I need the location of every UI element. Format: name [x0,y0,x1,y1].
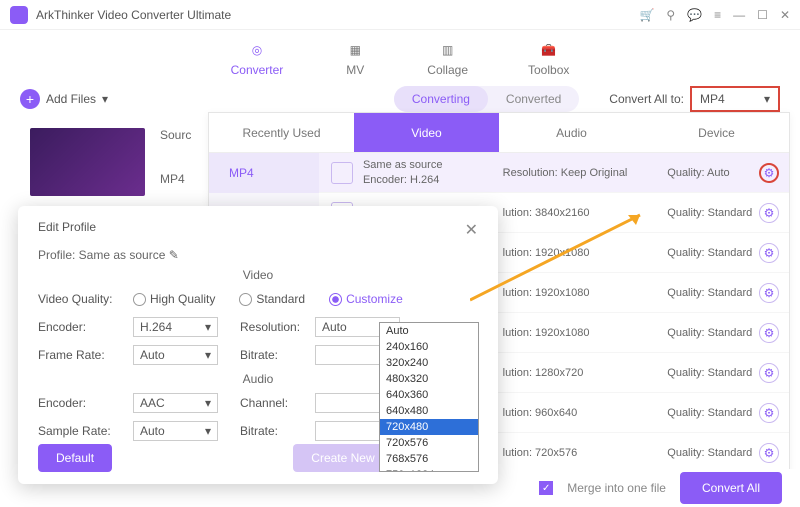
source-label: Sourc [160,128,191,142]
gear-icon[interactable]: ⚙ [759,243,779,263]
quality-label: Video Quality: [38,292,133,306]
resolution-value: lution: 1920x1080 [503,327,658,339]
resolution-value: lution: 1920x1080 [503,287,658,299]
tab-label: Converter [231,63,284,77]
gear-icon[interactable]: ⚙ [759,163,779,183]
resolution-value: lution: 1280x720 [503,367,658,379]
key-icon[interactable]: ⚲ [666,8,675,22]
resolution-dropdown[interactable]: Auto240x160320x240480x320640x360640x4807… [379,322,479,472]
dropdown-option[interactable]: 768x576 [380,451,478,467]
encoder-label: Encoder: [38,396,133,410]
framerate-select[interactable]: Auto▾ [133,345,218,365]
chevron-down-icon: ▾ [102,92,108,106]
dropdown-option[interactable]: 480x320 [380,371,478,387]
video-encoder-select[interactable]: H.264▾ [133,317,218,337]
fp-tab-video[interactable]: Video [354,113,499,152]
status-segment: Converting Converted [394,86,579,112]
fp-tab-device[interactable]: Device [644,113,789,152]
feedback-icon[interactable]: 💬 [687,8,702,22]
format-row[interactable]: Same as sourceEncoder: H.264 Resolution: … [319,153,789,193]
samplerate-label: Sample Rate: [38,424,133,438]
format-name: Same as sourceEncoder: H.264 [363,158,493,187]
fp-tab-audio[interactable]: Audio [499,113,644,152]
video-section-label: Video [38,268,478,282]
seg-converted[interactable]: Converted [488,86,579,112]
merge-checkbox[interactable]: ✓ [539,481,553,495]
menu-icon[interactable]: ≡ [714,8,721,22]
convert-all-label: Convert All to: [609,92,684,106]
edit-icon[interactable]: ✎ [169,248,179,262]
resolution-value: Resolution: Keep Original [503,167,658,179]
framerate-label: Frame Rate: [38,348,133,362]
format-icon [331,162,353,184]
convert-all-button[interactable]: Convert All [680,472,782,504]
channel-label: Channel: [240,396,315,410]
dropdown-option[interactable]: 640x360 [380,387,478,403]
dropdown-option[interactable]: 750x1334 [380,467,478,472]
tab-label: MV [343,63,367,77]
maximize-icon[interactable]: ☐ [757,8,768,22]
app-logo [10,6,28,24]
seg-converting[interactable]: Converting [394,86,488,112]
add-files-button[interactable]: + Add Files ▾ [20,89,108,109]
dropdown-option[interactable]: Auto [380,323,478,339]
radio-standard[interactable]: Standard [239,292,305,306]
resolution-value: lution: 720x576 [503,447,658,459]
cart-icon[interactable]: 🛒 [639,8,654,22]
dropdown-option[interactable]: 320x240 [380,355,478,371]
app-title: ArkThinker Video Converter Ultimate [36,8,231,22]
sidebar-item-mp4[interactable]: MP4 [209,153,319,193]
dropdown-option[interactable]: 720x576 [380,435,478,451]
video-thumbnail[interactable] [30,128,145,196]
tab-label: Collage [427,63,468,77]
gear-icon[interactable]: ⚙ [759,283,779,303]
dropdown-option[interactable]: 720x480 [380,419,478,435]
gear-icon[interactable]: ⚙ [759,403,779,423]
profile-name: Profile: Same as source [38,248,165,262]
radio-customize[interactable]: Customize [329,292,403,306]
tab-converter[interactable]: ◎Converter [231,39,284,77]
resolution-label: Resolution: [240,320,315,334]
encoder-label: Encoder: [38,320,133,334]
tab-label: Toolbox [528,63,569,77]
tab-mv[interactable]: ▦MV [343,39,367,77]
bitrate-label: Bitrate: [240,348,315,362]
chevron-down-icon: ▾ [764,92,770,106]
audio-encoder-select[interactable]: AAC▾ [133,393,218,413]
resolution-value: lution: 960x640 [503,407,658,419]
create-new-button[interactable]: Create New [293,444,392,472]
bitrate-label: Bitrate: [240,424,315,438]
tab-toolbox[interactable]: 🧰Toolbox [528,39,569,77]
default-button[interactable]: Default [38,444,112,472]
samplerate-select[interactable]: Auto▾ [133,421,218,441]
modal-title: Edit Profile [38,220,96,240]
plus-icon: + [20,89,40,109]
gear-icon[interactable]: ⚙ [759,323,779,343]
gear-icon[interactable]: ⚙ [759,443,779,463]
resolution-value: lution: 3840x2160 [503,207,658,219]
merge-label: Merge into one file [567,481,666,495]
close-icon[interactable]: ✕ [465,220,478,240]
gear-icon[interactable]: ⚙ [759,363,779,383]
output-format-select[interactable]: MP4 ▾ [690,86,780,112]
dropdown-option[interactable]: 240x160 [380,339,478,355]
dropdown-option[interactable]: 640x480 [380,403,478,419]
tab-collage[interactable]: ▥Collage [427,39,468,77]
format-label: MP4 [160,172,185,186]
minimize-icon[interactable]: — [733,8,745,22]
close-icon[interactable]: ✕ [780,8,790,22]
resolution-value: lution: 1920x1080 [503,247,658,259]
gear-icon[interactable]: ⚙ [759,203,779,223]
fp-tab-recent[interactable]: Recently Used [209,113,354,152]
radio-high-quality[interactable]: High Quality [133,292,215,306]
add-files-label: Add Files [46,92,96,106]
format-value: MP4 [700,92,725,106]
